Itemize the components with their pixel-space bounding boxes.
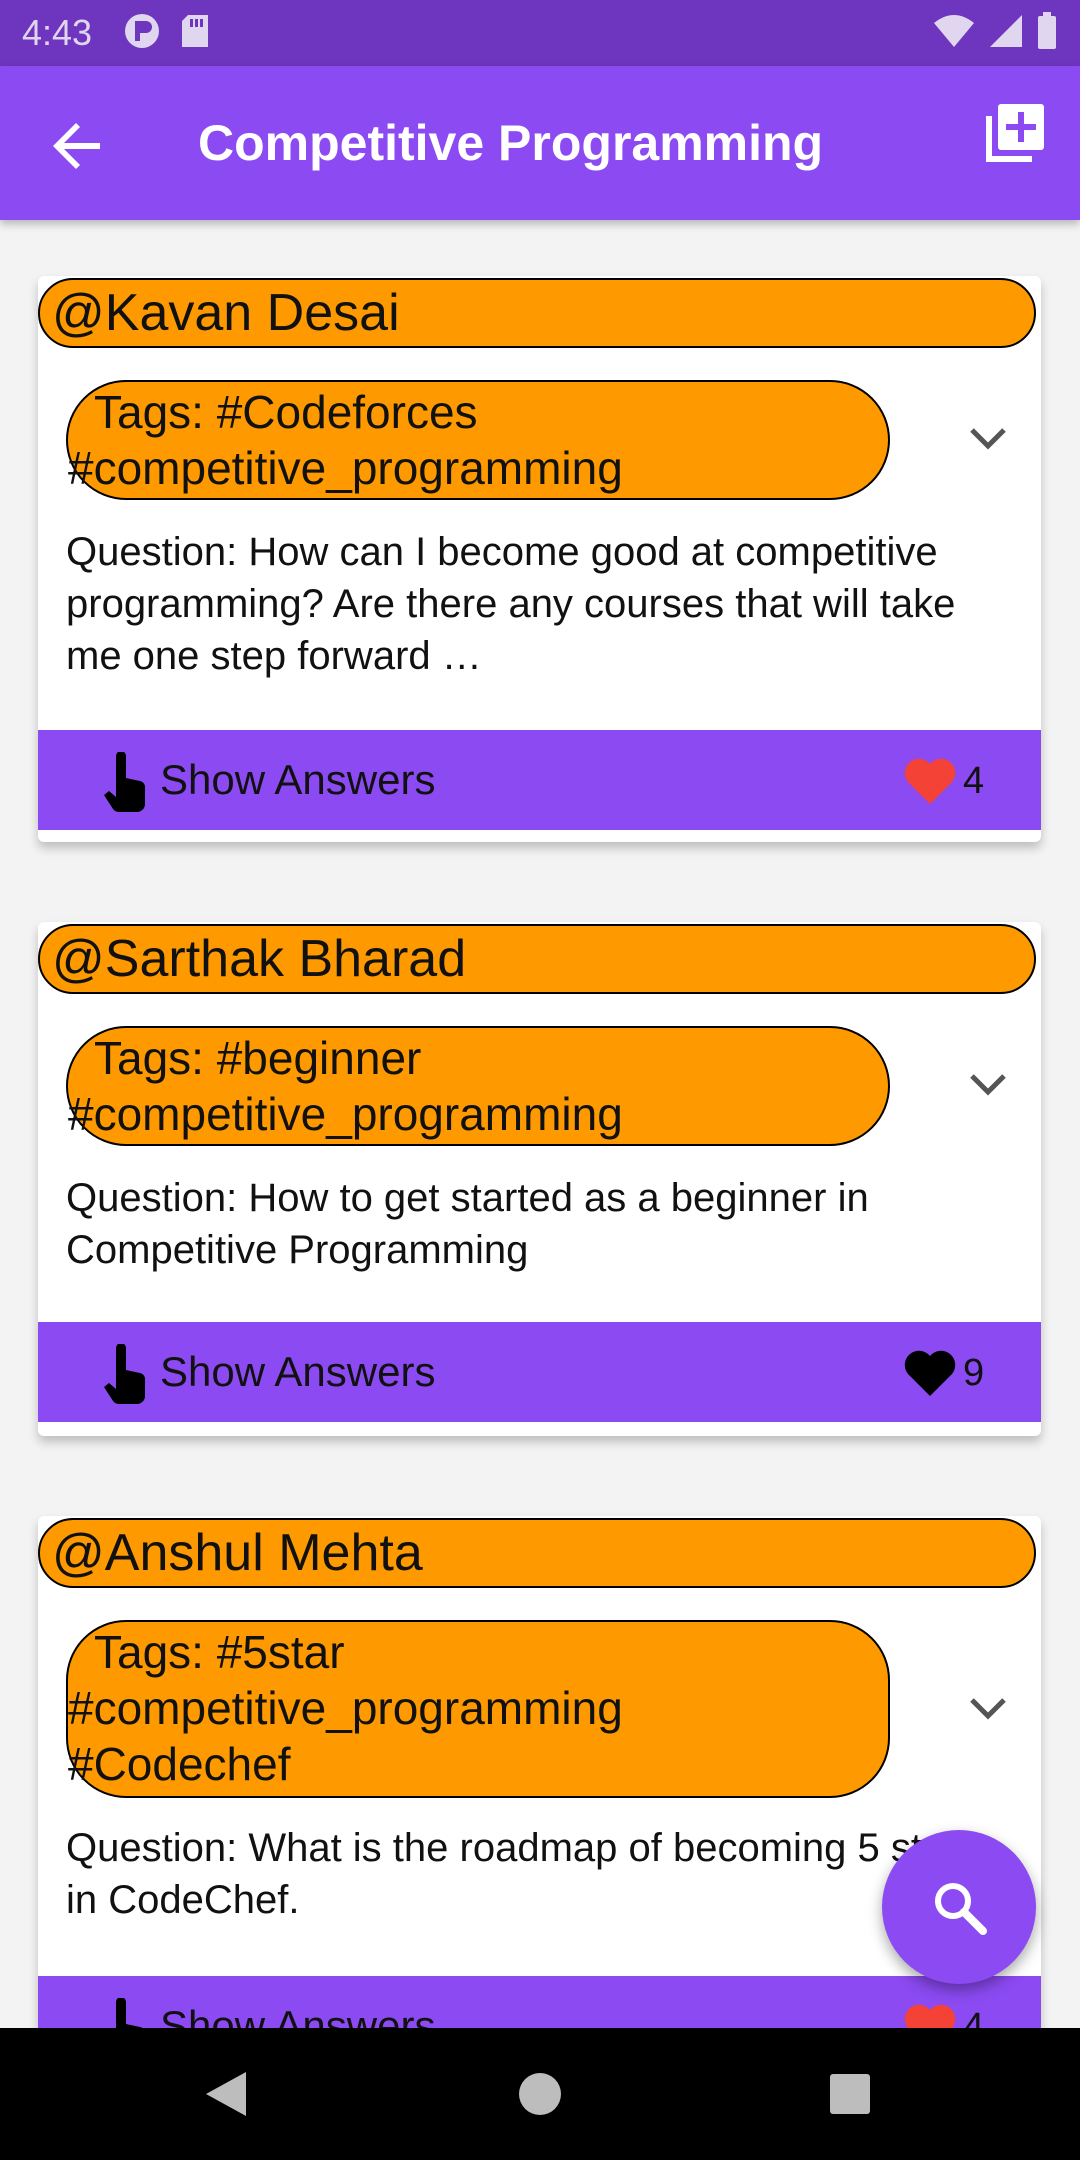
tags-line: Tags: #Codeforces (94, 386, 478, 438)
author-label[interactable]: @Anshul Mehta (38, 1518, 1036, 1588)
like-count: 4 (963, 2006, 985, 2028)
heart-icon[interactable] (902, 2002, 958, 2028)
page-title: Competitive Programming (198, 115, 824, 171)
show-answers-button[interactable]: Show Answers 9 (38, 1322, 1041, 1422)
search-fab[interactable] (882, 1830, 1036, 1984)
question-card: @Sarthak Bharad Tags: #beginner #competi… (38, 922, 1041, 1436)
tags-chip[interactable]: Tags: #beginner #competitive_programming (66, 1026, 890, 1146)
show-answers-button[interactable]: Show Answers 4 (38, 730, 1041, 830)
battery-icon (1036, 11, 1058, 55)
notification-icon (122, 11, 162, 56)
sd-card-icon (180, 13, 210, 54)
like-count: 9 (963, 1352, 985, 1394)
wifi-icon (932, 13, 976, 54)
search-icon (935, 1883, 987, 1935)
show-answers-label: Show Answers (160, 756, 436, 803)
tags-line: #competitive_programming (68, 1682, 623, 1734)
heart-icon[interactable] (902, 756, 958, 806)
triangle-back-icon (206, 2072, 246, 2116)
tags-line: #competitive_programming (68, 442, 623, 494)
tags-line: Tags: #5star (94, 1626, 345, 1678)
system-nav-bar (0, 2028, 1080, 2160)
show-answers-label: Show Answers (160, 2002, 436, 2028)
tags-chip[interactable]: Tags: #5star #competitive_programming #C… (66, 1620, 890, 1798)
chevron-down-icon (970, 1698, 1006, 1720)
touch-icon (116, 1998, 143, 2028)
nav-back-button[interactable] (204, 2070, 248, 2123)
heart-icon[interactable] (902, 1348, 958, 1398)
question-text: Question: How to get started as a beginn… (66, 1176, 869, 1272)
question-text: Question: What is the roadmap of becomin… (66, 1826, 978, 1922)
back-button[interactable] (50, 118, 106, 174)
like-count: 4 (963, 760, 985, 802)
question-feed[interactable]: @Kavan Desai Tags: #Codeforces #competit… (0, 220, 1080, 2028)
question-text: Question: How can I become good at compe… (66, 530, 956, 678)
tags-line: Tags: #beginner (94, 1032, 422, 1084)
status-time: 4:43 (22, 12, 93, 53)
show-answers-button[interactable]: Show Answers 4 (38, 1976, 1041, 2028)
add-box-icon (986, 104, 1044, 162)
square-recents-icon (830, 2074, 870, 2114)
circle-home-icon (519, 2073, 561, 2115)
question-card: @Kavan Desai Tags: #Codeforces #competit… (38, 276, 1041, 842)
signal-icon (988, 13, 1024, 54)
tags-line: #competitive_programming (68, 1088, 623, 1140)
add-question-button[interactable] (982, 102, 1046, 166)
expand-button[interactable] (966, 416, 1010, 460)
show-answers-label: Show Answers (160, 1348, 436, 1395)
arrow-back-icon (53, 123, 100, 169)
nav-home-button[interactable] (518, 2070, 562, 2123)
question-card: @Anshul Mehta Tags: #5star #competitive_… (38, 1516, 1041, 2028)
tags-chip[interactable]: Tags: #Codeforces #competitive_programmi… (66, 380, 890, 500)
nav-recents-button[interactable] (828, 2070, 872, 2123)
chevron-down-icon (970, 1074, 1006, 1096)
status-bar: 4:43 (0, 0, 1080, 66)
expand-button[interactable] (966, 1686, 1010, 1730)
author-label[interactable]: @Sarthak Bharad (38, 924, 1036, 994)
app-bar: Competitive Programming (0, 66, 1080, 220)
touch-icon (104, 1344, 146, 1404)
tags-line: #Codechef (68, 1738, 291, 1790)
chevron-down-icon (970, 428, 1006, 450)
expand-button[interactable] (966, 1062, 1010, 1106)
author-label[interactable]: @Kavan Desai (38, 278, 1036, 348)
touch-icon (104, 752, 146, 812)
